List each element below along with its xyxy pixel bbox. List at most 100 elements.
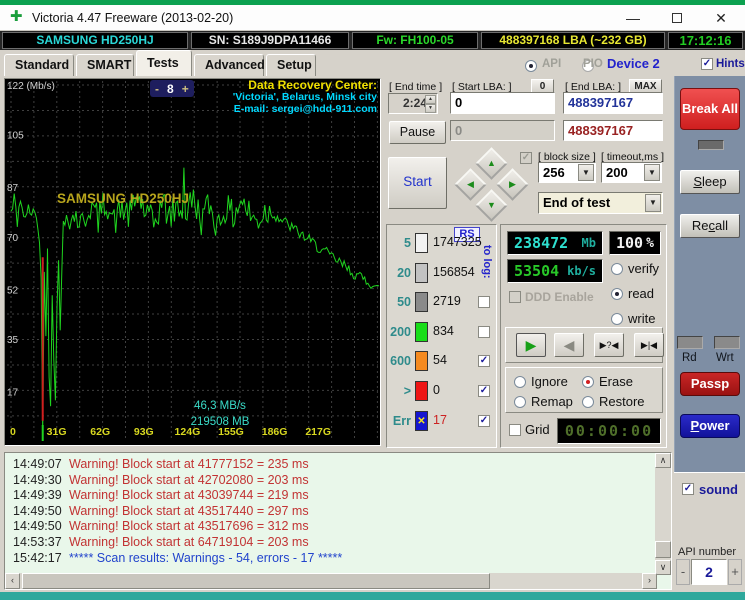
drive-serial: SN: S189J9DPA11466: [191, 32, 349, 49]
zoom-level-value: 8: [167, 81, 174, 96]
sound-checkbox[interactable]: [682, 483, 694, 495]
block-size-select[interactable]: 256 ▼: [538, 162, 596, 183]
mode-option-read[interactable]: read: [611, 286, 654, 301]
play-button[interactable]: ▶: [516, 333, 546, 357]
block-size-value: 256: [543, 165, 565, 180]
speed-lcd: 53504 kb/s: [507, 259, 603, 283]
to-log-checkbox[interactable]: [478, 296, 490, 309]
hints-checkbox[interactable]: [701, 58, 713, 70]
timeout-select[interactable]: 200 ▼: [601, 162, 662, 183]
seek-down-button[interactable]: ▼: [475, 189, 508, 222]
to-log-checkbox[interactable]: [478, 325, 490, 338]
chevron-down-icon[interactable]: ▼: [578, 164, 594, 181]
radio-remap[interactable]: [514, 395, 526, 408]
api-radio[interactable]: [525, 60, 537, 72]
vscroll-thumb[interactable]: [655, 541, 671, 558]
end-time-spin-arrows[interactable]: ▲ ▼: [425, 95, 436, 113]
scroll-down-icon[interactable]: ∨: [655, 560, 671, 575]
svg-text:SAMSUNG HD250HJ: SAMSUNG HD250HJ: [57, 191, 189, 206]
spin-down-icon[interactable]: ▼: [425, 104, 436, 113]
svg-text:122 (Mb/s): 122 (Mb/s): [7, 81, 55, 92]
api-number-increment[interactable]: +: [728, 559, 742, 585]
banner-line3: E-mail: sergei@hdd-911.com: [233, 103, 377, 115]
arrow-down-icon: ▼: [487, 199, 496, 210]
chevron-down-icon[interactable]: ▼: [644, 164, 660, 181]
end-time-spinner[interactable]: 2:24 ▲ ▼: [388, 93, 438, 114]
log-time: 14:49:50: [13, 519, 62, 534]
block-swatch-icon: [415, 351, 428, 372]
power-button[interactable]: Power: [680, 414, 740, 438]
arrow-left-icon: ◀: [467, 178, 474, 189]
api-number-label: API number: [678, 546, 737, 558]
maximize-button[interactable]: [662, 8, 692, 28]
speed-chart: 122 (Mb/s)10587705235170 31G 62G 93G 124G 155…: [7, 81, 380, 441]
close-button[interactable]: ✕: [706, 8, 736, 28]
tab-smart[interactable]: SMART: [76, 54, 134, 76]
tab-tests[interactable]: Tests: [136, 50, 192, 76]
end-lba-input[interactable]: 488397167: [563, 92, 663, 114]
recall-p1: Re: [691, 218, 709, 233]
pause-button[interactable]: Pause: [389, 121, 446, 144]
log-row: 14:49:30 Warning! Block start at 42702080…: [5, 473, 671, 489]
to-log-checkbox[interactable]: [478, 355, 490, 368]
log-message: ***** Scan results: Warnings - 54, error…: [69, 550, 343, 565]
start-lba-input[interactable]: 0: [450, 92, 555, 114]
radio-read[interactable]: [611, 287, 623, 300]
to-log-checkbox[interactable]: [478, 385, 490, 397]
log-hscrollbar[interactable]: ‹ ›: [5, 573, 657, 589]
minimize-button[interactable]: —: [618, 8, 648, 28]
svg-text:31G: 31G: [47, 426, 67, 438]
defect-action-ignore[interactable]: Ignore: [514, 374, 568, 389]
hscroll-thumb[interactable]: [22, 573, 490, 589]
radio-label: Remap: [531, 394, 573, 409]
zoom-out-button[interactable]: -: [155, 82, 159, 96]
svg-text:105: 105: [7, 131, 24, 142]
ddd-enable-checkbox[interactable]: [509, 291, 521, 303]
defect-action-remap[interactable]: Remap: [514, 394, 573, 409]
radio-write[interactable]: [611, 312, 623, 325]
passp-button[interactable]: Passp: [680, 372, 740, 396]
radio-restore[interactable]: [582, 395, 594, 408]
wrt-label: Wrt: [716, 352, 734, 364]
scroll-left-icon[interactable]: ‹: [5, 573, 20, 589]
to-log-checkbox[interactable]: [478, 414, 490, 427]
seek-left-button[interactable]: ◀: [454, 168, 487, 201]
counter-value: 156854: [433, 264, 475, 279]
spin-up-icon[interactable]: ▲: [425, 95, 436, 104]
device-selector[interactable]: Device 2: [607, 56, 660, 71]
grid-checkbox[interactable]: [509, 424, 521, 436]
log-vscrollbar[interactable]: ∧ ∨: [655, 453, 671, 575]
zoom-in-button[interactable]: +: [182, 82, 189, 96]
tab-standard[interactable]: Standard: [4, 54, 74, 76]
log-time: 14:49:50: [13, 503, 62, 518]
tab-advanced[interactable]: Advanced: [194, 54, 265, 76]
butterfly-button[interactable]: ▶|◀: [634, 333, 664, 357]
scroll-right-icon[interactable]: ›: [642, 573, 657, 589]
counter-value: 2719: [433, 294, 461, 309]
seek-test-button[interactable]: ▶?◀: [594, 333, 624, 357]
seek-right-button[interactable]: ▶: [496, 168, 529, 201]
defect-action-restore[interactable]: Restore: [582, 394, 645, 409]
svg-text:46,3 MB/s: 46,3 MB/s: [194, 400, 246, 412]
svg-text:186G: 186G: [262, 426, 288, 438]
seek-option-checkbox[interactable]: [520, 152, 532, 164]
start-button[interactable]: Start: [388, 157, 447, 209]
api-number-decrement[interactable]: -: [676, 559, 690, 585]
break-all-button[interactable]: Break All: [680, 88, 740, 130]
recall-button[interactable]: Recall: [680, 214, 740, 238]
mode-option-write[interactable]: write: [611, 311, 655, 326]
sleep-button[interactable]: Sleep: [680, 170, 740, 194]
status-panel: 238472 Mb 100 % 53504 kb/s DDD Enable ve…: [500, 224, 667, 448]
scroll-up-icon[interactable]: ∧: [655, 453, 671, 468]
defect-action-erase[interactable]: Erase: [582, 374, 633, 389]
radio-label: write: [628, 311, 656, 326]
tab-setup[interactable]: Setup: [266, 54, 316, 76]
radio-verify[interactable]: [611, 262, 623, 275]
back-button[interactable]: ◀: [554, 333, 584, 357]
chevron-down-icon[interactable]: ▼: [645, 194, 661, 212]
seek-up-button[interactable]: ▲: [475, 147, 508, 180]
radio-erase[interactable]: [582, 375, 594, 388]
mode-option-verify[interactable]: verify: [611, 261, 659, 276]
end-action-select[interactable]: End of test ▼: [538, 192, 663, 214]
radio-ignore[interactable]: [514, 375, 526, 388]
